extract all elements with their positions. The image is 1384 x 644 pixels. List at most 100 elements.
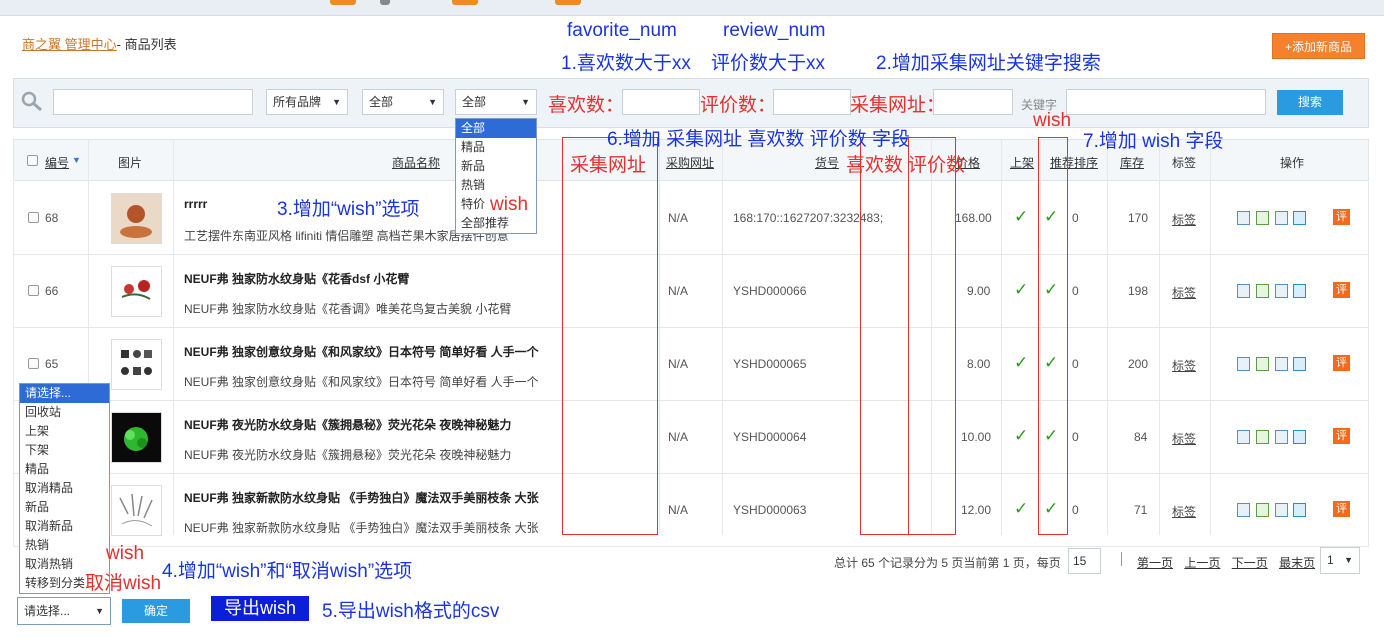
- copy-icon[interactable]: [1275, 284, 1288, 298]
- annot-4: 4.增加“wish”和“取消wish”选项: [162, 561, 413, 582]
- type-option[interactable]: 精品: [456, 138, 536, 157]
- th-onsale[interactable]: 上架: [1010, 154, 1034, 171]
- tag-link[interactable]: 标签: [1172, 357, 1196, 374]
- product-name[interactable]: NEUF弗 独家新款防水纹身贴 《手势独白》魔法双手美丽枝条 大张: [184, 489, 539, 506]
- type-option[interactable]: 全部: [456, 119, 536, 138]
- product-thumbnail[interactable]: [111, 266, 162, 317]
- batch-select[interactable]: 请选择... ▼: [17, 597, 111, 625]
- onsale-check-icon[interactable]: ✓: [1014, 426, 1028, 446]
- product-thumbnail[interactable]: [111, 193, 162, 244]
- type-option[interactable]: 热销: [456, 176, 536, 195]
- type-select[interactable]: 全部 ▼: [455, 89, 537, 115]
- confirm-button[interactable]: 确定: [122, 599, 190, 623]
- copy-icon[interactable]: [1275, 357, 1288, 371]
- th-sku[interactable]: 货号: [815, 154, 839, 171]
- product-name[interactable]: NEUF弗 独家创意纹身贴《和风家纹》日本符号 简单好看 人手一个: [184, 343, 539, 360]
- batch-option[interactable]: 精品: [20, 460, 109, 479]
- collect-url-input[interactable]: [933, 89, 1013, 115]
- trash-icon[interactable]: [1293, 503, 1306, 517]
- type-option[interactable]: 全部推荐: [456, 214, 536, 233]
- batch-option[interactable]: 取消新品: [20, 517, 109, 536]
- edit-icon[interactable]: [1256, 284, 1269, 298]
- tag-link[interactable]: 标签: [1172, 430, 1196, 447]
- edit-icon[interactable]: [1256, 357, 1269, 371]
- category-select[interactable]: 全部 ▼: [362, 89, 444, 115]
- product-desc: NEUF弗 独家防水纹身贴《花香调》唯美花鸟复古美貌 小花臂: [184, 302, 512, 316]
- export-wish-button[interactable]: 导出wish: [211, 596, 309, 621]
- trash-icon[interactable]: [1293, 211, 1306, 225]
- per-page-input[interactable]: 15: [1068, 548, 1101, 574]
- batch-option[interactable]: 取消精品: [20, 479, 109, 498]
- th-stock[interactable]: 库存: [1120, 154, 1144, 171]
- edit-icon[interactable]: [1256, 211, 1269, 225]
- sku: YSHD000063: [733, 503, 807, 517]
- breadcrumb-home-link[interactable]: 商之翼 管理中心: [22, 37, 117, 52]
- onsale-check-icon[interactable]: ✓: [1014, 499, 1028, 519]
- view-icon[interactable]: [1237, 430, 1250, 444]
- review-button[interactable]: 评: [1333, 428, 1350, 444]
- purchase-url: N/A: [668, 211, 689, 225]
- batch-option[interactable]: 请选择...: [20, 384, 109, 403]
- keyword-input[interactable]: [1066, 89, 1266, 115]
- copy-icon[interactable]: [1275, 430, 1288, 444]
- th-name[interactable]: 商品名称: [392, 154, 440, 171]
- type-option[interactable]: 新品: [456, 157, 536, 176]
- review-button[interactable]: 评: [1333, 209, 1350, 225]
- product-name[interactable]: NEUF弗 独家防水纹身贴《花香dsf 小花臂: [184, 270, 409, 287]
- table-row: [13, 255, 1369, 328]
- product-thumbnail[interactable]: [111, 339, 162, 390]
- th-purchase-url[interactable]: 采购网址: [666, 154, 714, 171]
- batch-option[interactable]: 下架: [20, 441, 109, 460]
- prev-page-link[interactable]: 上一页: [1184, 556, 1220, 570]
- edit-icon[interactable]: [1256, 503, 1269, 517]
- breadcrumb: 商之翼 管理中心- 商品列表: [22, 37, 177, 52]
- price: 9.00: [967, 284, 991, 298]
- review-num-input[interactable]: [773, 89, 851, 115]
- tag-link[interactable]: 标签: [1172, 503, 1196, 520]
- trash-icon[interactable]: [1293, 357, 1306, 371]
- last-page-link[interactable]: 最末页: [1279, 556, 1315, 570]
- review-button[interactable]: 评: [1333, 282, 1350, 298]
- view-icon[interactable]: [1237, 503, 1250, 517]
- copy-icon[interactable]: [1275, 211, 1288, 225]
- row-checkbox[interactable]: [28, 285, 39, 296]
- view-icon[interactable]: [1237, 211, 1250, 225]
- batch-option[interactable]: 新品: [20, 498, 109, 517]
- view-icon[interactable]: [1237, 357, 1250, 371]
- review-button[interactable]: 评: [1333, 355, 1350, 371]
- review-button[interactable]: 评: [1333, 501, 1350, 517]
- onsale-check-icon[interactable]: ✓: [1014, 280, 1028, 300]
- product-name[interactable]: rrrrr: [184, 197, 207, 211]
- batch-option[interactable]: 回收站: [20, 403, 109, 422]
- brand-select[interactable]: 所有品牌 ▼: [266, 89, 348, 115]
- type-dropdown-list: 全部 精品 新品 热销 特价 全部推荐: [455, 118, 537, 234]
- view-icon[interactable]: [1237, 284, 1250, 298]
- page-select[interactable]: 1 ▼: [1320, 547, 1360, 574]
- add-product-button[interactable]: +添加新商品: [1272, 33, 1365, 59]
- trash-icon[interactable]: [1293, 284, 1306, 298]
- purchase-url: N/A: [668, 357, 689, 371]
- batch-option[interactable]: 热销: [20, 536, 109, 555]
- favorite-num-input[interactable]: [622, 89, 700, 115]
- first-page-link[interactable]: 第一页: [1137, 556, 1173, 570]
- search-input[interactable]: [53, 89, 253, 115]
- tag-link[interactable]: 标签: [1172, 211, 1196, 228]
- product-thumbnail[interactable]: [111, 412, 162, 463]
- th-id[interactable]: 编号: [45, 154, 69, 171]
- product-thumbnail[interactable]: [111, 485, 162, 536]
- copy-icon[interactable]: [1275, 503, 1288, 517]
- recommend-sort: 0: [1072, 211, 1079, 225]
- batch-option[interactable]: 上架: [20, 422, 109, 441]
- row-checkbox[interactable]: [28, 358, 39, 369]
- tag-link[interactable]: 标签: [1172, 284, 1196, 301]
- select-all-checkbox[interactable]: [27, 155, 38, 166]
- trash-icon[interactable]: [1293, 430, 1306, 444]
- edit-icon[interactable]: [1256, 430, 1269, 444]
- next-page-link[interactable]: 下一页: [1232, 556, 1268, 570]
- search-button[interactable]: 搜索: [1277, 90, 1343, 115]
- onsale-check-icon[interactable]: ✓: [1014, 207, 1028, 227]
- product-name[interactable]: NEUF弗 夜光防水纹身贴《簇拥悬秘》荧光花朵 夜晚神秘魅力: [184, 416, 511, 433]
- purchase-url: N/A: [668, 284, 689, 298]
- row-checkbox[interactable]: [28, 212, 39, 223]
- onsale-check-icon[interactable]: ✓: [1014, 353, 1028, 373]
